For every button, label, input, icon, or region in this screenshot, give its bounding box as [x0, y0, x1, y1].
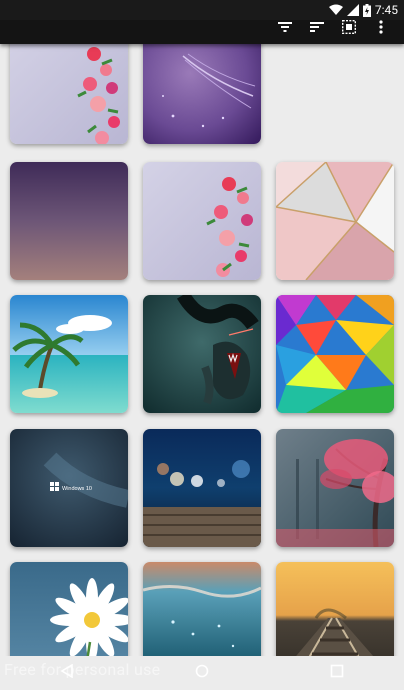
- wallpaper-grid: Windows 10: [0, 44, 404, 656]
- wallpaper-tile[interactable]: [10, 162, 128, 280]
- wallpaper-thumbnail-windows-10: Windows 10: [10, 429, 128, 547]
- overflow-menu-icon: [379, 20, 383, 34]
- wallpaper-thumbnail-sea-monster: [143, 295, 261, 413]
- wallpaper-tile[interactable]: [276, 295, 394, 413]
- wallpaper-thumbnail-pink-marble: [276, 162, 394, 280]
- wallpaper-thumbnail-flowers-lavender: [10, 44, 128, 144]
- wallpaper-tile[interactable]: Windows 10: [10, 429, 128, 547]
- wifi-icon: [328, 4, 343, 15]
- home-icon: [195, 664, 209, 678]
- wallpaper-tile[interactable]: [143, 562, 261, 656]
- wallpaper-tile[interactable]: [10, 295, 128, 413]
- nav-home-button[interactable]: [184, 653, 220, 689]
- battery-icon: [362, 3, 371, 17]
- wallpaper-tile[interactable]: [10, 44, 128, 144]
- wallpaper-thumbnail-flowers-lavender-2: [143, 162, 261, 280]
- status-time: 7:45: [374, 3, 398, 17]
- wallpaper-thumbnail-underwater: [143, 562, 261, 656]
- wallpaper-tile[interactable]: [143, 295, 261, 413]
- sort-icon: [310, 22, 324, 32]
- status-bar: 7:45: [0, 0, 404, 20]
- wallpaper-thumbnail-rainbow-polygons: [276, 295, 394, 413]
- select-all-icon: [342, 20, 356, 34]
- signal-icon: [346, 4, 359, 16]
- watermark-text: Free for personal use: [4, 660, 161, 679]
- wallpaper-thumbnail-palm-beach: [10, 295, 128, 413]
- wallpaper-tile[interactable]: [143, 429, 261, 547]
- wallpaper-tile[interactable]: [276, 562, 394, 656]
- filter-icon: [278, 22, 292, 32]
- nav-recents-button[interactable]: [319, 653, 355, 689]
- windows-logo-text: Windows 10: [62, 486, 92, 492]
- wallpaper-thumbnail-daisy: [10, 562, 128, 656]
- status-icons: 7:45: [328, 2, 398, 18]
- wallpaper-thumbnail-railroad: [276, 562, 394, 656]
- wallpaper-tile[interactable]: [276, 429, 394, 547]
- wallpaper-tile[interactable]: [143, 44, 261, 144]
- wallpaper-tile[interactable]: [10, 562, 128, 656]
- wallpaper-tile[interactable]: [143, 162, 261, 280]
- wallpaper-thumbnail-bokeh-deck: [143, 429, 261, 547]
- wallpaper-thumbnail-pink-tree: [276, 429, 394, 547]
- wallpaper-tile[interactable]: [276, 162, 394, 280]
- recents-icon: [330, 664, 343, 678]
- wallpaper-thumbnail-purple-feather: [143, 44, 261, 144]
- wallpaper-thumbnail-purple-gradient: [10, 162, 128, 280]
